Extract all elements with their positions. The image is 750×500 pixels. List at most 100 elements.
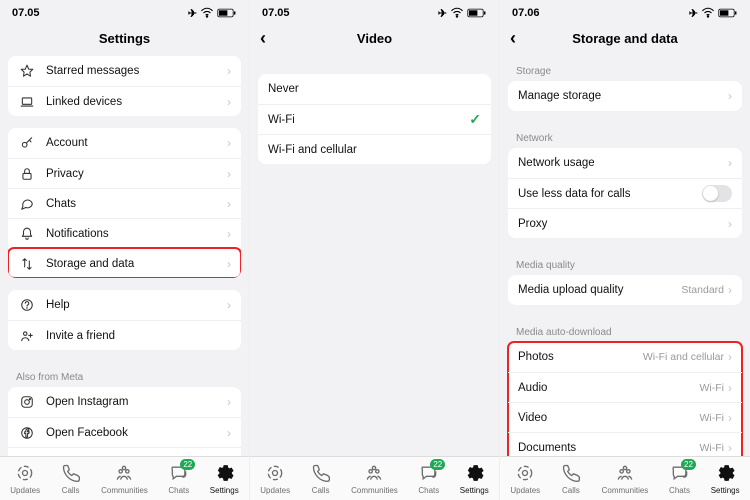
row-notifications[interactable]: Notifications› [8, 218, 241, 248]
tab-bar: Updates Calls Communities 22Chats Settings [250, 456, 499, 500]
tab-calls[interactable]: Calls [311, 463, 331, 495]
chevron-right-icon: › [728, 217, 732, 231]
tab-label: Settings [711, 486, 740, 495]
comm-icon [114, 463, 134, 485]
row-value: Wi-Fi and cellular [643, 351, 724, 363]
back-button[interactable]: ‹ [510, 29, 516, 47]
chevron-right-icon: › [728, 381, 732, 395]
tab-settings[interactable]: Settings [460, 463, 489, 495]
row-label: Open Facebook [46, 427, 227, 439]
row-wi-fi[interactable]: Wi-Fi✓ [258, 104, 491, 134]
nav-title: Storage and data [572, 31, 677, 46]
tab-communities[interactable]: Communities [602, 463, 649, 495]
tab-calls[interactable]: Calls [561, 463, 581, 495]
row-label: Starred messages [46, 65, 227, 77]
row-network-usage[interactable]: Network usage› [508, 148, 742, 178]
status-time: 07.06 [512, 7, 540, 19]
row-media-upload-quality[interactable]: Media upload qualityStandard› [508, 275, 742, 305]
row-chats[interactable]: Chats› [8, 188, 241, 218]
back-button[interactable]: ‹ [260, 29, 266, 47]
tab-chats[interactable]: 22Chats [418, 463, 439, 495]
chevron-right-icon: › [728, 89, 732, 103]
section-header: Media auto-download [508, 317, 742, 342]
tab-calls[interactable]: Calls [61, 463, 81, 495]
tab-communities[interactable]: Communities [351, 463, 398, 495]
row-help[interactable]: Help› [8, 290, 241, 320]
tab-communities[interactable]: Communities [101, 463, 148, 495]
row-privacy[interactable]: Privacy› [8, 158, 241, 188]
row-label: Invite a friend [46, 330, 231, 342]
status-indicators: ✈︎ [188, 7, 237, 20]
row-invite-a-friend[interactable]: Invite a friend [8, 320, 241, 350]
row-label: Manage storage [518, 90, 728, 102]
chevron-right-icon: › [227, 456, 231, 457]
settings-card: NeverWi-Fi✓Wi-Fi and cellular [258, 74, 491, 164]
check-icon: ✓ [469, 111, 481, 128]
tab-updates[interactable]: Updates [10, 463, 40, 495]
laptop-icon [18, 95, 36, 109]
gear-icon [214, 463, 234, 485]
instagram-icon [18, 395, 36, 409]
row-label: Open Instagram [46, 396, 227, 408]
tab-settings[interactable]: Settings [210, 463, 239, 495]
row-label: Account [46, 137, 227, 149]
row-open-threads[interactable]: Open Threads› [8, 447, 241, 456]
chevron-right-icon: › [227, 395, 231, 409]
row-account[interactable]: Account› [8, 128, 241, 158]
row-label: Photos [518, 351, 643, 363]
invite-icon [18, 329, 36, 343]
tab-label: Settings [210, 486, 239, 495]
content: StorageManage storage›NetworkNetwork usa… [500, 56, 750, 456]
phone-screen-2: 07.06✈︎‹Storage and dataStorageManage st… [500, 0, 750, 500]
row-photos[interactable]: PhotosWi-Fi and cellular› [508, 342, 742, 372]
tab-chats[interactable]: 22Chats [168, 463, 189, 495]
row-audio[interactable]: AudioWi-Fi› [508, 372, 742, 402]
row-linked-devices[interactable]: Linked devices› [8, 86, 241, 116]
tab-label: Calls [62, 486, 80, 495]
row-label: Use less data for calls [518, 188, 702, 200]
row-label: Video [518, 412, 700, 424]
row-video[interactable]: VideoWi-Fi› [508, 402, 742, 432]
row-starred-messages[interactable]: Starred messages› [8, 56, 241, 86]
row-open-instagram[interactable]: Open Instagram› [8, 387, 241, 417]
phone-screen-0: 07.05✈︎SettingsStarred messages›Linked d… [0, 0, 250, 500]
chevron-right-icon: › [227, 136, 231, 150]
updates-icon [265, 463, 285, 485]
row-label: Wi-Fi [268, 114, 469, 126]
tab-updates[interactable]: Updates [260, 463, 290, 495]
nav-bar: Settings [0, 20, 249, 56]
tab-settings[interactable]: Settings [711, 463, 740, 495]
row-label: Media upload quality [518, 284, 681, 296]
tab-label: Calls [562, 486, 580, 495]
chat-icon [18, 197, 36, 211]
row-proxy[interactable]: Proxy› [508, 208, 742, 238]
chevron-right-icon: › [227, 298, 231, 312]
section-header: Media quality [508, 250, 742, 275]
toggle[interactable] [702, 185, 732, 202]
tab-updates[interactable]: Updates [510, 463, 540, 495]
row-label: Notifications [46, 228, 227, 240]
row-use-less-data-for-calls[interactable]: Use less data for calls [508, 178, 742, 208]
key-icon [18, 136, 36, 150]
tab-label: Updates [510, 486, 540, 495]
chevron-right-icon: › [227, 167, 231, 181]
status-bar: 07.05 ✈︎ [0, 0, 249, 20]
chevron-right-icon: › [227, 64, 231, 78]
settings-card: Manage storage› [508, 81, 742, 111]
row-storage-and-data[interactable]: Storage and data› [8, 248, 241, 278]
tab-bar: Updates Calls Communities 22Chats Settings [500, 456, 750, 500]
status-time: 07.05 [12, 7, 40, 19]
tab-chats[interactable]: 22Chats [669, 463, 690, 495]
row-value: Wi-Fi [700, 412, 725, 424]
row-never[interactable]: Never [258, 74, 491, 104]
tab-label: Settings [460, 486, 489, 495]
settings-card: Help› Invite a friend [8, 290, 241, 350]
updown-icon [18, 257, 36, 271]
gear-icon [715, 463, 735, 485]
row-open-facebook[interactable]: Open Facebook› [8, 417, 241, 447]
row-wi-fi-and-cellular[interactable]: Wi-Fi and cellular [258, 134, 491, 164]
row-manage-storage[interactable]: Manage storage› [508, 81, 742, 111]
nav-bar: ‹ Storage and data [500, 20, 750, 56]
content: Starred messages›Linked devices›Account›… [0, 56, 249, 456]
row-documents[interactable]: DocumentsWi-Fi› [508, 432, 742, 456]
